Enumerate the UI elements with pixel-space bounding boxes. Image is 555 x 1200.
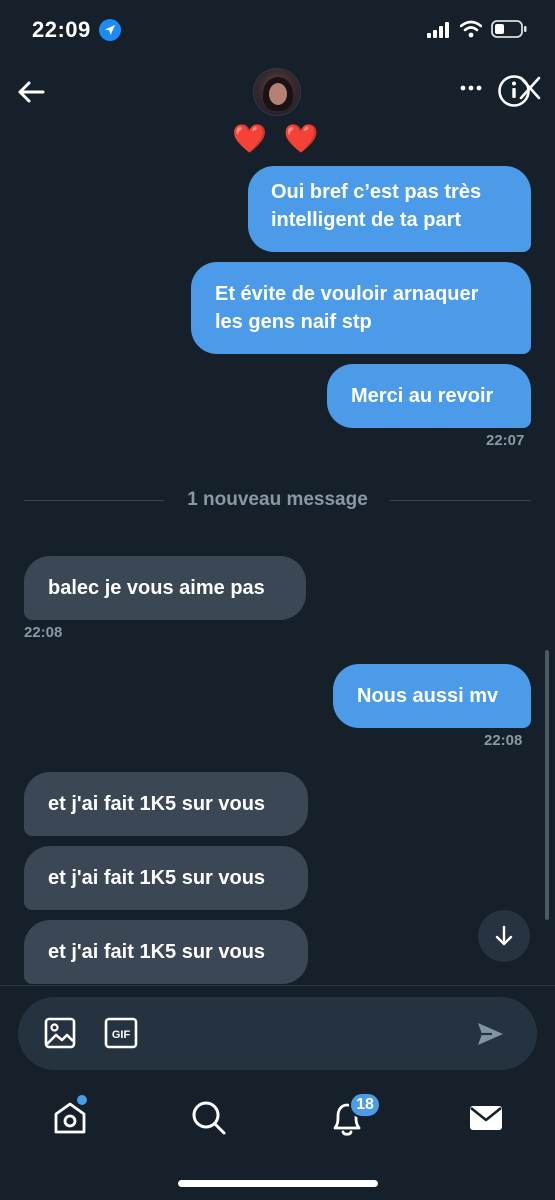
location-arrow-icon	[99, 19, 121, 41]
message-bubble-sent[interactable]: Nous aussi mv	[333, 664, 531, 728]
image-icon[interactable]	[44, 1017, 76, 1049]
notifications-badge: 18	[349, 1092, 381, 1118]
battery-icon	[491, 20, 527, 38]
message-text: et j'ai fait 1K5 sur vous	[48, 867, 266, 889]
message-text: et j'ai fait 1K5 sur vous	[48, 793, 266, 815]
back-arrow-icon[interactable]	[16, 78, 46, 106]
composer-divider	[0, 985, 555, 986]
message-bubble-received[interactable]: et j'ai fait 1K5 sur vous	[24, 920, 308, 984]
message-text: Merci au revoir	[351, 385, 494, 407]
message-bubble-sent[interactable]: Et évite de vouloir arnaquer les gens na…	[191, 262, 531, 354]
gif-label: GIF	[112, 1029, 131, 1041]
gif-icon[interactable]: GIF	[104, 1017, 138, 1049]
message-text: intelligent de ta part	[271, 209, 462, 231]
divider-label: 1 nouveau message	[187, 489, 368, 510]
status-bar: 22:09	[0, 0, 555, 60]
cellular-signal-icon	[427, 22, 449, 38]
message-text: Oui bref c’est pas très	[271, 181, 482, 203]
message-bubble-sent[interactable]: Oui bref c’est pas très intelligent de t…	[248, 166, 531, 252]
message-text: les gens naif stp	[215, 311, 372, 333]
search-icon[interactable]	[185, 1094, 233, 1142]
send-icon[interactable]	[475, 1019, 505, 1049]
profile-name[interactable]: ❤️ ❤️	[0, 122, 555, 156]
message-bubble-sent[interactable]: Merci au revoir	[327, 364, 531, 428]
messages-envelope-icon[interactable]	[462, 1094, 510, 1142]
message-composer[interactable]: GIF	[18, 997, 537, 1070]
more-options-icon[interactable]	[459, 84, 483, 92]
message-text: et j'ai fait 1K5 sur vous	[48, 941, 266, 963]
message-text: Nous aussi mv	[357, 685, 499, 707]
message-timestamp: 22:07	[486, 432, 525, 449]
scrollbar[interactable]	[545, 650, 549, 920]
message-text: balec je vous aime pas	[48, 577, 265, 599]
new-message-divider: 1 nouveau message	[24, 488, 531, 512]
message-timestamp: 22:08	[24, 624, 63, 641]
home-unread-dot	[77, 1095, 87, 1105]
status-time: 22:09	[32, 17, 91, 42]
wifi-icon	[460, 20, 482, 38]
info-icon[interactable]	[497, 74, 541, 108]
arrow-down-icon	[495, 925, 513, 946]
message-timestamp: 22:08	[484, 732, 523, 749]
home-indicator[interactable]	[178, 1180, 378, 1187]
scroll-to-bottom-button[interactable]	[478, 910, 530, 962]
message-bubble-received[interactable]: et j'ai fait 1K5 sur vous	[24, 772, 308, 836]
avatar[interactable]	[253, 68, 301, 116]
message-bubble-received[interactable]: balec je vous aime pas	[24, 556, 306, 620]
dm-conversation-screen: 22:09 ❤️ ❤️ Oui bref c’est pas très inte…	[0, 0, 555, 1200]
message-bubble-received[interactable]: et j'ai fait 1K5 sur vous	[24, 846, 308, 910]
message-text: Et évite de vouloir arnaquer	[215, 283, 479, 305]
